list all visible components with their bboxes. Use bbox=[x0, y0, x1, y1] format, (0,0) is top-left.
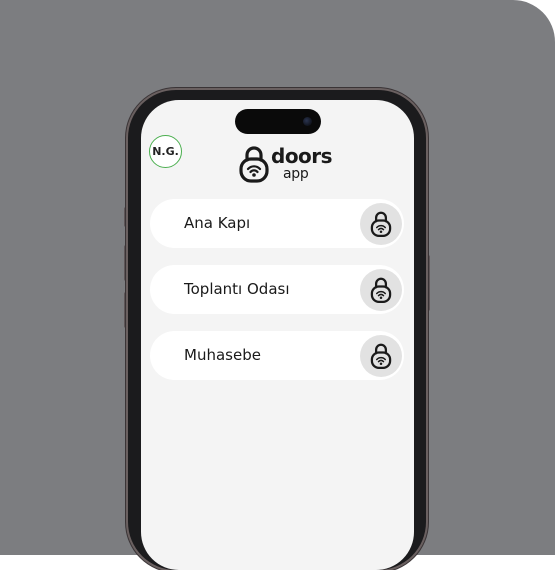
unlock-button[interactable] bbox=[360, 269, 402, 311]
user-avatar[interactable]: N.G. bbox=[149, 135, 182, 168]
brand-subname: app bbox=[283, 166, 309, 182]
phone-screen: N.G. doors app Ana Kapı Toplantı Odası M… bbox=[141, 100, 414, 570]
brand-name: doors bbox=[271, 144, 333, 168]
unlock-button[interactable] bbox=[360, 335, 402, 377]
padlock-wifi-icon bbox=[370, 343, 392, 370]
padlock-wifi-icon bbox=[370, 211, 392, 238]
door-item-2[interactable]: Muhasebe bbox=[150, 331, 404, 380]
app-logo: doors app bbox=[239, 144, 333, 184]
door-name: Toplantı Odası bbox=[184, 280, 290, 298]
padlock-wifi-icon bbox=[370, 277, 392, 304]
door-name: Ana Kapı bbox=[184, 214, 251, 232]
dynamic-island bbox=[235, 109, 321, 134]
front-camera bbox=[303, 117, 312, 126]
unlock-button[interactable] bbox=[360, 203, 402, 245]
door-name: Muhasebe bbox=[184, 346, 261, 364]
door-item-1[interactable]: Toplantı Odası bbox=[150, 265, 404, 314]
phone-power-button bbox=[426, 255, 430, 311]
padlock-wifi-icon bbox=[239, 146, 269, 183]
door-item-0[interactable]: Ana Kapı bbox=[150, 199, 404, 248]
